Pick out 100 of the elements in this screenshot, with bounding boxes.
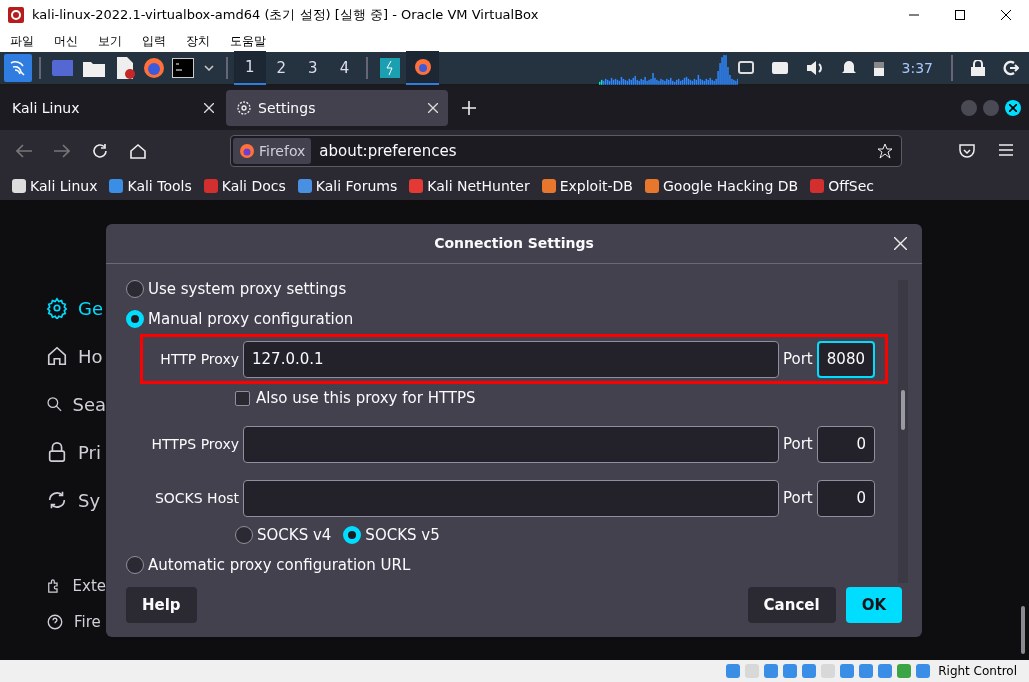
port-field[interactable]: 0 (816, 425, 875, 463)
browser-icon (413, 58, 432, 76)
radio-label[interactable]: Automatic proxy configuration URL (148, 553, 411, 577)
battery-icon[interactable] (873, 60, 884, 76)
desktop-icon[interactable] (51, 60, 74, 76)
tab-title: Kali Linux (12, 98, 80, 118)
home-icon (46, 345, 68, 367)
pocket-icon[interactable] (959, 143, 975, 159)
help-icon (46, 613, 64, 631)
port-label: Port (783, 348, 813, 370)
bookmark-star-icon[interactable] (877, 143, 893, 159)
menu-item[interactable]: 도움말 (230, 32, 266, 50)
folder-icon[interactable] (83, 59, 105, 77)
browser-tab[interactable]: Settings (226, 90, 448, 126)
close-icon (1001, 10, 1011, 20)
radio-button[interactable] (126, 310, 144, 328)
close-tab-icon[interactable] (204, 103, 214, 113)
kali-menu-button[interactable] (4, 54, 32, 82)
sidebar-item[interactable]: Ho (46, 332, 106, 380)
address-bar[interactable]: Firefox about:preferences (230, 135, 902, 167)
radio-button[interactable] (126, 556, 144, 574)
field-label: SOCKS Host (153, 488, 239, 508)
bell-icon[interactable] (841, 60, 856, 76)
input-field[interactable] (243, 479, 779, 517)
reload-icon[interactable] (92, 143, 108, 159)
port-label: Port (783, 433, 813, 455)
radio-label[interactable]: SOCKS v4 (257, 523, 332, 547)
chevron-down-icon[interactable] (204, 65, 214, 71)
bookmark-link[interactable]: Kali Linux (30, 175, 98, 197)
url-text: about:preferences (319, 140, 457, 162)
lock-icon (46, 441, 68, 463)
back-icon[interactable] (16, 144, 32, 158)
bookmark-link[interactable]: Kali NetHunter (427, 175, 530, 197)
bookmark-link[interactable]: Kali Forums (315, 175, 398, 197)
app-icon (8, 7, 24, 23)
radio-label[interactable]: Manual proxy configuration (148, 307, 354, 331)
dialog-button[interactable]: OK (845, 587, 902, 623)
checkbox-label: Also use this proxy for HTTPS (256, 387, 476, 409)
lock-icon[interactable] (971, 60, 985, 76)
dialog-title: Connection Settings (434, 234, 594, 253)
close-tab-icon[interactable] (428, 103, 438, 113)
browser-icon[interactable] (142, 57, 165, 79)
bookmark-link[interactable]: Exploit-DB (559, 175, 633, 197)
tab-title: Settings (258, 98, 316, 118)
menu-item[interactable]: 파일 (10, 32, 34, 50)
radio-label[interactable]: Use system proxy settings (148, 277, 347, 301)
menu-icon[interactable] (999, 143, 1013, 156)
checkbox[interactable] (235, 390, 250, 406)
gear-icon (46, 297, 68, 319)
input-field[interactable] (243, 425, 779, 463)
gear-icon (236, 100, 252, 116)
radio-button[interactable] (126, 280, 144, 298)
workspace-tab[interactable]: 2 (265, 51, 298, 85)
workspace-tab[interactable]: 4 (328, 51, 361, 85)
browser-tab[interactable]: Kali Linux (2, 90, 224, 126)
input-field[interactable]: 127.0.0.1 (243, 340, 779, 378)
volume-icon[interactable] (805, 60, 824, 76)
window-title: kali-linux-2022.1-virtualbox-amd64 (초기 설정) [실행 중] - Oracle VM VirtualBox (32, 6, 539, 25)
taskbar-window[interactable] (405, 51, 440, 85)
dialog-button[interactable]: Help (126, 587, 197, 623)
menu-item[interactable]: 머신 (54, 32, 78, 50)
close-icon[interactable] (894, 237, 907, 250)
sidebar-item[interactable]: Ge (46, 284, 106, 332)
field-label: HTTPS Proxy (150, 434, 239, 454)
sidebar-item[interactable]: Pri (46, 428, 106, 476)
bookmark-link[interactable]: Kali Tools (127, 175, 192, 197)
maximize-icon (955, 10, 965, 20)
close-icon (1009, 104, 1017, 112)
workspace-tab[interactable]: 1 (233, 51, 266, 85)
bookmark-link[interactable]: Google Hacking DB (663, 175, 799, 197)
close-button[interactable] (1005, 100, 1021, 116)
radio-button[interactable] (343, 526, 362, 544)
sidebar-item[interactable]: Fire (46, 604, 106, 640)
workspace-tab[interactable]: 3 (297, 51, 329, 85)
new-tab-icon[interactable] (462, 101, 476, 115)
sync-icon (46, 489, 68, 511)
port-field[interactable]: 8080 (816, 340, 875, 378)
sidebar-item[interactable]: Sea (46, 380, 106, 428)
document-icon[interactable] (115, 57, 135, 79)
menu-item[interactable]: 보기 (98, 32, 122, 50)
forward-icon[interactable] (54, 144, 70, 158)
logout-icon[interactable] (1003, 60, 1019, 76)
port-field[interactable]: 0 (816, 479, 875, 517)
terminal-icon[interactable] (172, 58, 195, 78)
radio-button[interactable] (235, 526, 253, 544)
dialog-button[interactable]: Cancel (747, 587, 836, 623)
page-scrollbar (1021, 606, 1025, 654)
home-icon[interactable] (130, 143, 146, 159)
menu-item[interactable]: 장치 (186, 32, 210, 50)
sidebar-item[interactable]: Sy (46, 476, 106, 524)
identity-label: Firefox (259, 141, 306, 161)
menu-item[interactable]: 입력 (142, 32, 166, 50)
sidebar-item[interactable]: Exte (46, 568, 106, 604)
port-label: Port (783, 487, 813, 509)
host-key-label: Right Control (938, 663, 1017, 680)
clock[interactable]: 3:37 (901, 57, 933, 79)
radio-label[interactable]: SOCKS v5 (365, 523, 440, 547)
bookmark-link[interactable]: OffSec (828, 175, 875, 197)
bookmark-link[interactable]: Kali Docs (221, 175, 286, 197)
browser-icon (239, 143, 255, 159)
